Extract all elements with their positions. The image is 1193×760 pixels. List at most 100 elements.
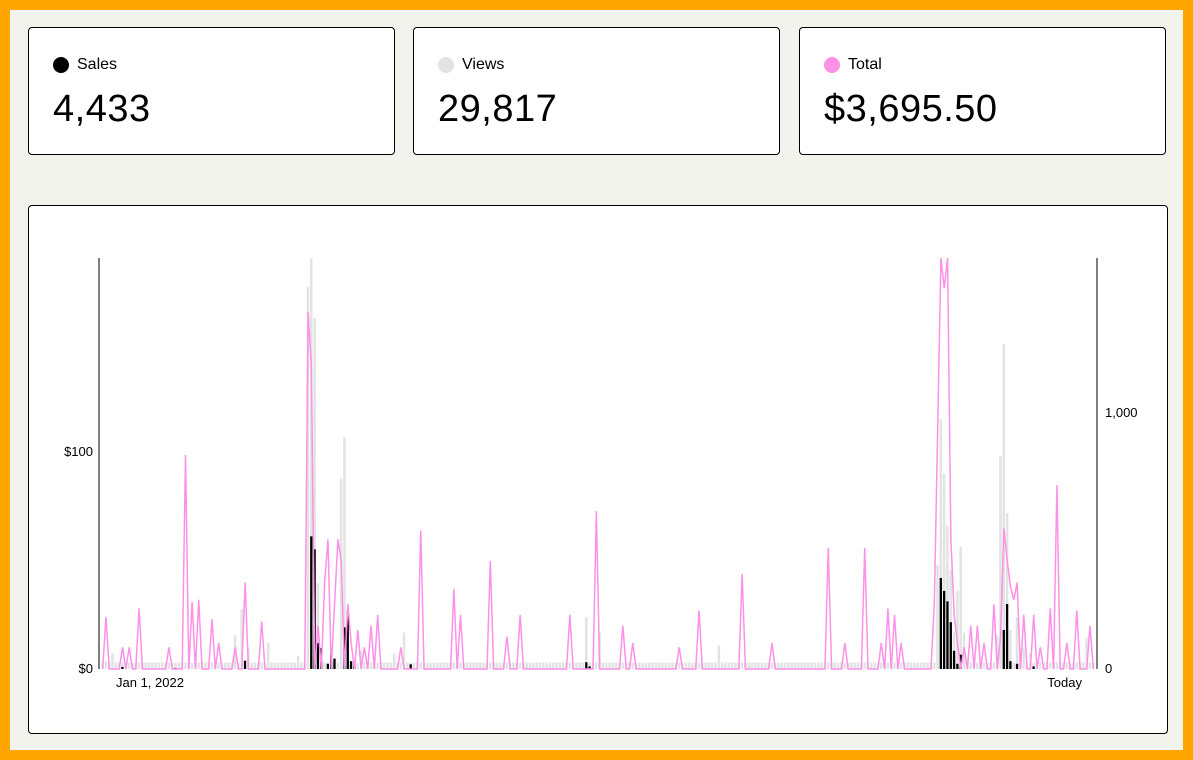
views-bar: [707, 662, 711, 669]
views-bar: [323, 662, 326, 669]
stat-legend-views: Views: [438, 56, 504, 74]
stat-label-views: Views: [462, 56, 505, 73]
views-bar: [754, 662, 757, 669]
views-bar: [654, 662, 658, 669]
views-bar: [273, 662, 277, 669]
views-bar: [111, 653, 114, 669]
views-bar: [300, 662, 303, 669]
views-bar: [336, 662, 340, 669]
views-bar: [631, 662, 634, 669]
dashboard-frame: Sales 4,433 Views 29,817 Total $3,695.50…: [10, 10, 1183, 750]
views-bar: [389, 662, 393, 669]
views-bar: [1038, 662, 1042, 669]
stat-label-total: Total: [848, 56, 882, 73]
views-bar: [266, 642, 270, 669]
views-bar: [926, 662, 929, 669]
views-bar: [518, 662, 522, 669]
stat-card-views: Views 29,817: [413, 27, 780, 155]
stat-label-sales: Sales: [77, 56, 118, 73]
views-bar: [548, 662, 552, 669]
views-bar: [661, 662, 664, 669]
views-bar: [575, 662, 578, 669]
views-bar: [465, 662, 469, 669]
views-bar: [412, 662, 416, 669]
views-bar: [621, 662, 625, 669]
views-bar: [1055, 662, 1059, 669]
views-bar: [982, 662, 986, 669]
views-bar: [710, 662, 714, 669]
views-bar: [482, 662, 485, 669]
views-bar: [704, 662, 707, 669]
views-bar: [356, 662, 359, 669]
views-bar: [137, 662, 141, 669]
views-bar: [538, 662, 542, 669]
views-bar: [787, 662, 790, 669]
views-bar: [638, 662, 641, 669]
left-tick-0: $0: [79, 661, 93, 676]
views-bar: [1088, 662, 1092, 669]
views-bar: [585, 616, 588, 669]
views-bar: [167, 662, 171, 669]
sales-bar: [942, 590, 946, 669]
x-end-label: Today: [1047, 675, 1082, 690]
views-bar: [790, 662, 793, 669]
views-bar: [810, 662, 813, 669]
views-bar: [797, 662, 800, 669]
views-bar: [671, 662, 674, 669]
sales-series: [121, 536, 1035, 669]
right-tick-1000: 1,000: [1105, 405, 1138, 420]
views-bar: [541, 662, 545, 669]
views-bar: [293, 662, 296, 669]
views-bar: [893, 662, 896, 669]
views-bar: [793, 662, 797, 669]
views-bar: [426, 662, 429, 669]
total-color-dot: [824, 57, 840, 73]
views-bar: [992, 662, 996, 669]
views-bar: [561, 662, 565, 669]
views-bar: [879, 662, 883, 669]
views-bar: [648, 662, 651, 669]
sales-bar: [121, 666, 124, 669]
views-bar: [780, 662, 784, 669]
views-bar: [730, 662, 734, 669]
views-bar: [932, 662, 936, 669]
sales-bar: [1009, 661, 1012, 669]
sales-bar: [1015, 663, 1019, 669]
stat-card-total: Total $3,695.50: [799, 27, 1166, 155]
views-bar: [104, 661, 108, 669]
views-bar: [532, 662, 535, 669]
sales-bar: [585, 662, 588, 669]
views-bar: [290, 662, 293, 669]
views-bar: [724, 662, 727, 669]
views-bar: [363, 662, 366, 669]
views-bar: [558, 662, 562, 669]
views-bar: [369, 662, 373, 669]
stat-value-views: 29,817: [438, 88, 558, 130]
views-bar: [253, 662, 257, 669]
views-bar: [760, 662, 764, 669]
views-bar: [250, 662, 253, 669]
views-bar: [1082, 662, 1085, 669]
views-bar: [197, 662, 200, 669]
x-start-label: Jan 1, 2022: [116, 675, 184, 690]
views-bar: [439, 662, 442, 669]
views-bar: [807, 662, 810, 669]
views-bar: [923, 662, 926, 669]
views-bar: [157, 662, 161, 669]
sales-bar: [1002, 629, 1005, 669]
views-bar: [919, 662, 923, 669]
views-bar: [826, 662, 830, 669]
views-bar: [1022, 648, 1025, 669]
views-bar: [1002, 343, 1006, 669]
views-bar: [286, 662, 290, 669]
views-bar: [608, 662, 611, 669]
views-bar: [869, 662, 873, 669]
views-bar: [770, 662, 774, 669]
views-bar: [283, 662, 287, 669]
views-bar: [1065, 662, 1068, 669]
stat-value-sales: 4,433: [53, 88, 151, 130]
views-bar: [604, 662, 608, 669]
stat-value-total: $3,695.50: [824, 88, 998, 130]
views-bar: [578, 662, 581, 669]
sales-bar: [939, 577, 942, 669]
